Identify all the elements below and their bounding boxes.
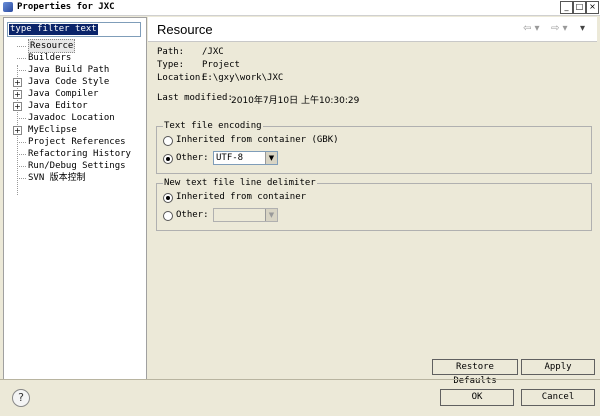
- tree-item-java-compiler[interactable]: + Java Compiler: [4, 88, 144, 100]
- path-label: Path:: [157, 47, 185, 57]
- last-modified-value: 2010年7月10日 上午10:30:29: [231, 96, 360, 106]
- tree-item-project-references[interactable]: Project References: [4, 136, 144, 148]
- delimiter-inherited-label[interactable]: Inherited from container: [176, 192, 306, 202]
- expand-icon[interactable]: +: [13, 126, 22, 135]
- last-modified-row: Last modified: 2010年7月10日 上午10:30:29: [157, 93, 359, 106]
- tree-item-label: Java Code Style: [28, 77, 110, 87]
- app-icon: [3, 2, 13, 12]
- tree-item-svn[interactable]: SVN 版本控制: [4, 172, 144, 184]
- location-label: Location:: [157, 73, 206, 83]
- tree-item-label: Java Editor: [28, 101, 88, 111]
- title-bar: Properties for JXC _ □ ×: [0, 0, 600, 16]
- forward-arrow-icon[interactable]: ⇨ ▾: [551, 23, 568, 34]
- tree-item-label: Java Build Path: [28, 65, 110, 75]
- type-value: Project: [202, 60, 240, 70]
- encoding-other-radio[interactable]: [163, 154, 173, 164]
- text-file-encoding-group: Text file encoding Inherited from contai…: [156, 121, 592, 174]
- delimiter-other-radio[interactable]: [163, 211, 173, 221]
- ok-button[interactable]: OK: [440, 389, 514, 406]
- tree-item-label: Java Compiler: [28, 89, 99, 99]
- line-delimiter-group: New text file line delimiter Inherited f…: [156, 178, 592, 231]
- type-label: Type:: [157, 60, 185, 70]
- apply-button[interactable]: Apply: [521, 359, 595, 375]
- restore-defaults-button[interactable]: Restore Defaults: [432, 359, 518, 386]
- tree-item-label: Project References: [28, 137, 126, 147]
- tree-item-java-editor[interactable]: + Java Editor: [4, 100, 144, 112]
- tree-item-label: Refactoring History: [28, 149, 131, 159]
- encoding-inherited-label[interactable]: Inherited from container (GBK): [176, 135, 339, 145]
- tree-item-label: SVN 版本控制: [28, 173, 86, 183]
- filter-input[interactable]: type filter text: [7, 22, 141, 37]
- tree-item-label: Run/Debug Settings: [28, 161, 126, 171]
- page-header: Resource ⇦ ▾ ⇨ ▾ ▾: [148, 17, 597, 42]
- encoding-other-label[interactable]: Other:: [176, 153, 209, 163]
- tree-item-javadoc-location[interactable]: Javadoc Location: [4, 112, 144, 124]
- encoding-select-value: UTF-8: [216, 153, 244, 163]
- delimiter-other-label[interactable]: Other:: [176, 210, 209, 220]
- tree-item-label: Builders: [28, 53, 72, 63]
- expand-icon[interactable]: +: [13, 78, 22, 87]
- encoding-inherited-radio[interactable]: [163, 136, 173, 146]
- last-modified-label: Last modified:: [157, 93, 233, 103]
- footer-divider: [0, 379, 600, 380]
- tree-item-refactoring-history[interactable]: Refactoring History: [4, 148, 144, 160]
- menu-dropdown-icon[interactable]: ▾: [580, 23, 585, 34]
- tree-item-run-debug-settings[interactable]: Run/Debug Settings: [4, 160, 144, 172]
- back-arrow-icon[interactable]: ⇦ ▾: [523, 23, 540, 34]
- tree-item-resource[interactable]: Resource: [4, 39, 144, 53]
- tree-item-label: Javadoc Location: [28, 113, 115, 123]
- delimiter-select: ▼: [213, 208, 278, 222]
- page-title: Resource: [157, 22, 213, 37]
- location-value: E:\gxy\work\JXC: [202, 73, 284, 83]
- expand-icon[interactable]: +: [13, 102, 22, 111]
- tree-item-java-build-path[interactable]: Java Build Path: [4, 64, 144, 76]
- window-title: Properties for JXC: [17, 2, 115, 12]
- expand-icon[interactable]: +: [13, 90, 22, 99]
- delimiter-inherited-radio[interactable]: [163, 193, 173, 203]
- tree-item-java-code-style[interactable]: + Java Code Style: [4, 76, 144, 88]
- close-button[interactable]: ×: [586, 1, 599, 14]
- filter-placeholder: type filter text: [9, 24, 98, 35]
- delimiter-legend: New text file line delimiter: [163, 178, 317, 188]
- path-row: Path: /JXC: [157, 47, 224, 57]
- maximize-button[interactable]: □: [573, 1, 586, 14]
- property-page: Resource ⇦ ▾ ⇨ ▾ ▾ Path: /JXC Type: Proj…: [148, 17, 597, 386]
- encoding-legend: Text file encoding: [163, 121, 263, 131]
- location-row: Location: E:\gxy\work\JXC: [157, 73, 283, 83]
- cancel-button[interactable]: Cancel: [521, 389, 595, 406]
- tree-item-label: MyEclipse: [28, 125, 77, 135]
- chevron-down-icon[interactable]: ▼: [265, 152, 277, 164]
- help-icon[interactable]: ?: [12, 389, 30, 407]
- chevron-down-icon: ▼: [265, 209, 277, 221]
- minimize-button[interactable]: _: [560, 1, 573, 14]
- encoding-select[interactable]: UTF-8 ▼: [213, 151, 278, 165]
- property-tree-pane: type filter text Resource Builders Java …: [3, 17, 147, 380]
- path-value: /JXC: [202, 47, 224, 57]
- tree-item-builders[interactable]: Builders: [4, 52, 144, 64]
- type-row: Type: Project: [157, 60, 240, 70]
- tree-item-myeclipse[interactable]: + MyEclipse: [4, 124, 144, 136]
- tree-item-label: Resource: [28, 39, 76, 53]
